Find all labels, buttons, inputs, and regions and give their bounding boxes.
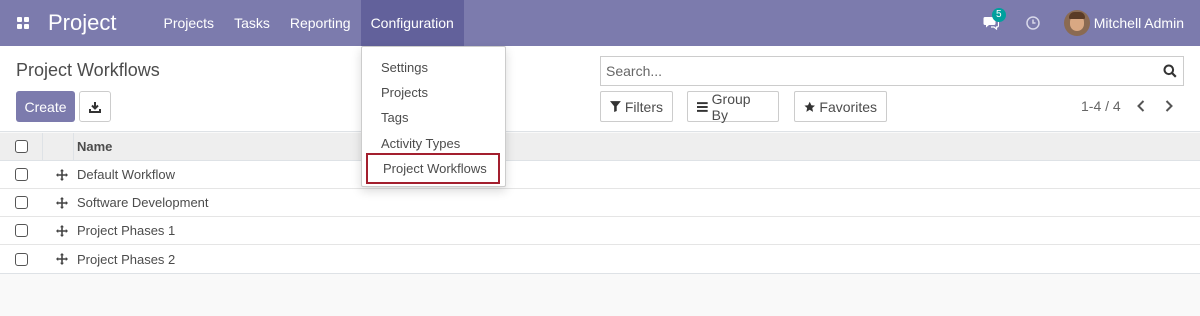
row-checkbox[interactable] <box>15 196 28 209</box>
table-row[interactable]: Project Phases 2 <box>0 245 1200 273</box>
table-row[interactable]: Project Phases 1 <box>0 217 1200 245</box>
favorites-button[interactable]: Favorites <box>794 91 887 122</box>
bars-icon <box>697 101 708 112</box>
drag-handle-icon[interactable] <box>56 168 68 181</box>
top-navbar: Project Projects Tasks Reporting Configu… <box>0 0 1200 46</box>
pager-value[interactable]: 1-4 / 4 <box>1081 98 1121 114</box>
row-checkbox[interactable] <box>15 252 28 266</box>
configuration-dropdown: Settings Projects Tags Activity Types Pr… <box>361 46 506 187</box>
row-name[interactable]: Project Phases 2 <box>77 252 175 267</box>
chat-icon[interactable]: 5 <box>980 8 1006 34</box>
control-panel: Project Workflows Create Filters Group B… <box>0 46 1200 132</box>
menu-reporting[interactable]: Reporting <box>280 0 361 46</box>
dropdown-item-projects[interactable]: Projects <box>362 79 505 105</box>
activity-clock-icon[interactable] <box>1022 12 1044 34</box>
table-header: Name <box>0 133 1200 161</box>
column-divider <box>42 133 43 161</box>
menu-projects[interactable]: Projects <box>153 0 224 46</box>
star-icon <box>804 101 815 112</box>
drag-handle-icon[interactable] <box>56 196 68 209</box>
filter-icon <box>610 101 621 112</box>
dropdown-item-project-workflows[interactable]: Project Workflows <box>366 153 500 184</box>
favorites-label: Favorites <box>819 98 877 115</box>
row-checkbox[interactable] <box>15 224 28 237</box>
table-row[interactable]: Default Workflow <box>0 161 1200 189</box>
filters-label: Filters <box>624 98 663 115</box>
search-box <box>600 56 1184 86</box>
row-name[interactable]: Project Phases 1 <box>77 223 175 238</box>
list-table: Name Default Workflow Software Developme… <box>0 133 1200 274</box>
drag-handle-icon[interactable] <box>56 253 68 265</box>
dropdown-item-tags[interactable]: Tags <box>362 104 505 130</box>
table-row[interactable]: Software Development <box>0 189 1200 217</box>
download-button[interactable] <box>79 91 111 122</box>
apps-menu-icon[interactable] <box>0 0 46 46</box>
column-divider <box>73 133 74 161</box>
search-input[interactable] <box>601 57 1157 85</box>
user-name[interactable]: Mitchell Admin <box>1094 15 1184 31</box>
row-name[interactable]: Default Workflow <box>77 167 175 182</box>
download-icon <box>89 101 101 113</box>
search-icon[interactable] <box>1157 57 1183 85</box>
filters-button[interactable]: Filters <box>600 91 673 122</box>
row-checkbox[interactable] <box>15 168 28 181</box>
create-button[interactable]: Create <box>16 91 75 122</box>
menu-configuration[interactable]: Configuration <box>360 0 464 46</box>
drag-handle-icon[interactable] <box>56 224 68 237</box>
menu-tasks[interactable]: Tasks <box>224 0 280 46</box>
app-brand[interactable]: Project <box>48 10 116 36</box>
chat-count-badge: 5 <box>991 8 1006 22</box>
pager-next-icon[interactable] <box>1161 96 1177 116</box>
select-all-checkbox[interactable] <box>15 140 28 153</box>
page-title: Project Workflows <box>16 60 160 80</box>
column-header-name[interactable]: Name <box>77 139 112 154</box>
pager-previous-icon[interactable] <box>1133 96 1149 116</box>
avatar[interactable] <box>1063 10 1090 36</box>
group-by-label: Group By <box>711 90 751 123</box>
dropdown-item-settings[interactable]: Settings <box>362 54 505 80</box>
row-name[interactable]: Software Development <box>77 195 209 210</box>
group-by-button[interactable]: Group By <box>687 90 779 123</box>
